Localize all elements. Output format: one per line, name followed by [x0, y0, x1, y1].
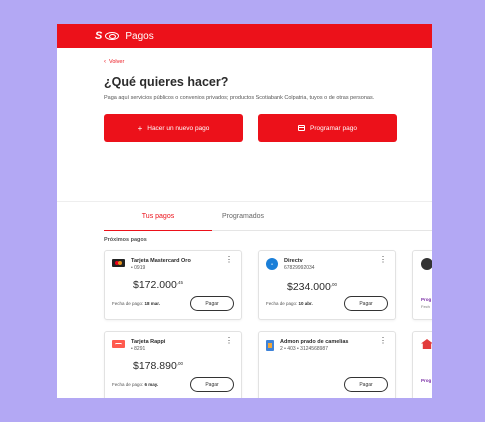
- card-name: Directv: [284, 258, 303, 264]
- new-payment-button[interactable]: + Hacer un nuevo pago: [104, 114, 243, 142]
- card-name: Tarjeta Rappi: [131, 339, 166, 345]
- payment-card: Tarjeta Mastercard Oro • 0919 ⋮ $172.000…: [104, 250, 242, 320]
- more-options-icon[interactable]: ⋮: [225, 256, 233, 264]
- card-detail: • 8291: [131, 346, 146, 352]
- pay-button[interactable]: Pagar: [190, 377, 234, 392]
- due-prefix: Fecha de pago:: [266, 301, 298, 306]
- more-options-icon[interactable]: ⋮: [379, 256, 387, 264]
- amount-cents: ,00: [176, 361, 184, 366]
- payment-card-partial: Prog Fech: [412, 250, 432, 320]
- due-prefix: Fecha de pago:: [112, 301, 144, 306]
- action-buttons: + Hacer un nuevo pago Programar pago: [104, 114, 432, 142]
- back-link[interactable]: ‹ Volver: [104, 59, 432, 65]
- card-header: Admon prado de camelias 2 • 403 • 312456…: [266, 339, 348, 352]
- hero-section: ‹ Volver ¿Qué quieres hacer? Paga aquí s…: [57, 48, 432, 202]
- plus-icon: +: [137, 123, 143, 133]
- subtitle: Paga aquí servicios públicos o convenios…: [104, 95, 375, 101]
- new-payment-label: Hacer un nuevo pago: [147, 124, 210, 132]
- due-value: 10 abr.: [298, 301, 313, 306]
- directv-icon: ●: [266, 258, 278, 270]
- card-header: Tarjeta Mastercard Oro • 0919: [112, 258, 191, 271]
- card-amount: $234.000,00: [287, 281, 337, 293]
- peek-label: Prog: [421, 297, 432, 302]
- card-header: Tarjeta Rappi • 8291: [112, 339, 165, 352]
- schedule-payment-button[interactable]: Programar pago: [258, 114, 397, 142]
- house-icon: [421, 339, 432, 349]
- card-detail: 67829992034: [284, 265, 315, 271]
- card-info: Admon prado de camelias 2 • 403 • 312456…: [280, 339, 348, 352]
- amount-value: $234.000: [287, 281, 331, 293]
- section-label: Próximos pagos: [104, 237, 147, 243]
- card-amount: $178.890,00: [133, 360, 183, 372]
- chevron-left-icon: ‹: [104, 59, 106, 65]
- more-options-icon[interactable]: ⋮: [225, 337, 233, 345]
- card-name: Tarjeta Mastercard Oro: [131, 258, 191, 264]
- app-window: S Pagos ‹ Volver ¿Qué quieres hacer? Pag…: [57, 24, 432, 398]
- amount-value: $178.890: [133, 360, 177, 372]
- pay-button[interactable]: Pagar: [344, 377, 388, 392]
- page-title: Pagos: [125, 30, 154, 42]
- calendar-icon: [298, 125, 305, 131]
- top-bar: S Pagos: [57, 24, 432, 48]
- amount-value: $172.000: [133, 279, 177, 291]
- rappi-card-icon: [112, 340, 125, 348]
- amount-cents: ,45: [176, 280, 184, 285]
- mastercard-icon: [112, 259, 125, 267]
- payment-card: Tarjeta Rappi • 8291 ⋮ $178.890,00 Fecha…: [104, 331, 242, 398]
- building-icon: [266, 340, 274, 351]
- back-label: Volver: [109, 59, 125, 65]
- more-options-icon[interactable]: ⋮: [379, 337, 387, 345]
- due-value: 6 may.: [144, 382, 159, 387]
- card-info: Tarjeta Mastercard Oro • 0919: [131, 258, 191, 271]
- tab-tus-pagos[interactable]: Tus pagos: [104, 213, 212, 231]
- tab-programados[interactable]: Programados: [212, 213, 280, 231]
- pay-button[interactable]: Pagar: [190, 296, 234, 311]
- peek-label: Prog: [421, 378, 432, 383]
- upcoming-payments: Tarjeta Mastercard Oro • 0919 ⋮ $172.000…: [104, 250, 432, 398]
- pay-button[interactable]: Pagar: [344, 296, 388, 311]
- card-info: Tarjeta Rappi • 8291: [131, 339, 165, 352]
- amount-cents: ,00: [330, 282, 338, 287]
- payment-card-partial: Prog: [412, 331, 432, 398]
- payment-card: ● Directv 67829992034 ⋮ $234.000,00 Fech…: [258, 250, 396, 320]
- due-date: Fecha de pago: 10 abr.: [266, 301, 313, 306]
- due-prefix: Fecha de pago:: [112, 382, 144, 387]
- schedule-payment-label: Programar pago: [310, 124, 357, 132]
- peek-sub: Fech: [421, 304, 430, 309]
- card-detail: • 0919: [131, 265, 146, 271]
- due-value: 18 mar.: [144, 301, 161, 306]
- card-amount: $172.000,45: [133, 279, 183, 291]
- payment-card: Admon prado de camelias 2 • 403 • 312456…: [258, 331, 396, 398]
- due-date: Fecha de pago: 6 may.: [112, 382, 158, 387]
- biller-logo-icon: [421, 258, 432, 270]
- card-name: Admon prado de camelias: [280, 339, 349, 345]
- scotiabank-logo[interactable]: S: [95, 30, 120, 42]
- tab-bar: Tus pagos Programados: [104, 213, 432, 231]
- card-info: Directv 67829992034: [284, 258, 315, 271]
- payments-content: Tus pagos Programados Próximos pagos Tar…: [57, 202, 432, 398]
- card-header: ● Directv 67829992034: [266, 258, 315, 271]
- logo-mark-icon: [105, 32, 120, 40]
- card-detail: 2 • 403 • 3124568987: [280, 346, 328, 352]
- due-date: Fecha de pago: 18 mar.: [112, 301, 160, 306]
- main-heading: ¿Qué quieres hacer?: [104, 75, 229, 89]
- logo-glyph: S: [95, 30, 103, 42]
